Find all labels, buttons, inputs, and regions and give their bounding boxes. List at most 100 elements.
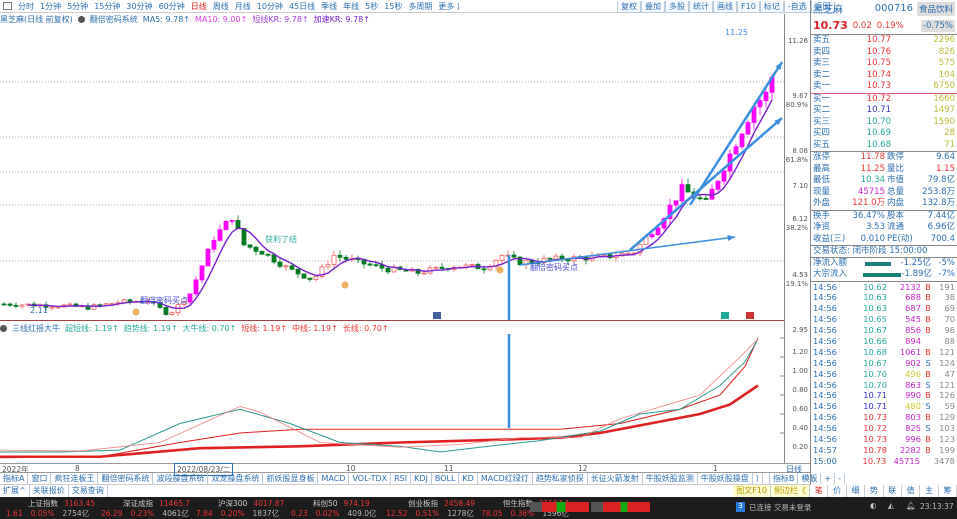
toolbar-button-6[interactable]: 标记 <box>759 1 784 13</box>
period-7[interactable]: 周线 <box>213 1 229 12</box>
period-16[interactable]: 更多 ⟩ <box>438 1 460 12</box>
panel-tab-2[interactable]: 细 <box>847 485 866 497</box>
tick-row: 14:56 10.62 2132 B 191 <box>813 281 955 292</box>
panel-tab-3[interactable]: 势 <box>865 485 884 497</box>
period-4[interactable]: 30分钟 <box>126 1 152 12</box>
event-marker-icon[interactable] <box>746 312 754 319</box>
indicator-tab-8[interactable]: VOL-TDX <box>349 473 392 484</box>
indicator-tab-12[interactable]: KD <box>459 473 478 484</box>
toolbar-button-7[interactable]: -自选 <box>783 1 811 13</box>
short-line <box>0 338 759 452</box>
panel-tab-4[interactable]: 联 <box>884 485 902 497</box>
ext-tab-0[interactable]: 扩展^ <box>0 485 30 497</box>
period-6[interactable]: 日线 <box>191 1 207 12</box>
panel-tab-6[interactable]: 主 <box>920 485 939 497</box>
period-11[interactable]: 季线 <box>321 1 337 12</box>
price-tick: 9.67 <box>792 92 808 100</box>
asks-row[interactable]: 卖三 10.75 575 <box>811 58 957 70</box>
indicator-tab-10[interactable]: KDJ <box>411 473 432 484</box>
indicator-tab-7[interactable]: MACD <box>318 473 350 484</box>
panel-tab-7[interactable]: 筹 <box>939 485 957 497</box>
period-9[interactable]: 10分钟 <box>257 1 283 12</box>
buy-signal-label: 翻倍密码买点 <box>530 262 578 272</box>
candle-body <box>385 267 391 273</box>
bids-row[interactable]: 买三 10.70 1590 <box>811 117 957 129</box>
tick-row: 14:56 10.70 863 S 121 <box>813 379 955 390</box>
toolbar-button-4[interactable]: 画线 <box>713 1 737 13</box>
panel-tab-0[interactable]: 笔 <box>810 485 829 497</box>
period-15[interactable]: 多周期 <box>408 1 432 12</box>
candle-body <box>679 184 685 202</box>
indicator-header: 三线红摇大牛 超短线: 1.19↑ 趋势线: 1.19↑ 大牛线: 0.70↑ … <box>0 323 389 334</box>
bids-row[interactable]: 买四 10.69 28 <box>811 128 957 140</box>
f10-tab-0[interactable]: 图文F10 <box>733 485 771 497</box>
asks-row[interactable]: 卖一 10.73 6750 <box>811 81 957 93</box>
kline-chart[interactable]: 11.25获利了结翻倍密码买点翻倍密码买点2.11 <box>0 25 784 320</box>
mid-line <box>0 337 759 459</box>
indicator-tab-5[interactable]: 双龙操盘系统 <box>208 473 264 484</box>
tabs1-right-0[interactable]: 指标B <box>770 473 799 484</box>
indicator-tab-16[interactable]: 牛股妖股监测 <box>643 473 698 484</box>
period-2[interactable]: 5分钟 <box>67 1 88 12</box>
period-5[interactable]: 60分钟 <box>159 1 185 12</box>
indicator-tab-4[interactable]: 波段操盘系统 <box>153 473 209 484</box>
panel-tab-1[interactable]: 价 <box>828 485 847 497</box>
indicator-tab-18[interactable]: ⟩ <box>753 473 763 484</box>
settings-icon[interactable]: ◐ <box>870 501 877 510</box>
indicator-tab-13[interactable]: MACD红绿灯 <box>478 473 533 484</box>
layout-icon[interactable] <box>3 2 12 10</box>
period-8[interactable]: 月线 <box>235 1 251 12</box>
indicator-tab-9[interactable]: RSI <box>391 473 412 484</box>
price-tick: 4.53 <box>792 271 808 279</box>
toolbar-button-0[interactable]: 复权 <box>617 1 641 13</box>
indicator-tab-14[interactable]: 趋势私家侦探 <box>533 473 588 484</box>
candle-body <box>481 268 487 271</box>
broadcast-icon[interactable]: ◭ <box>888 501 894 510</box>
toolbar-button-1[interactable]: 叠加 <box>641 1 665 13</box>
period-10[interactable]: 45日线 <box>289 1 315 12</box>
asks-row[interactable]: 卖五 10.77 2296 <box>811 35 957 47</box>
connection-icon[interactable]: 3 <box>736 502 745 512</box>
tick-row: 14:56 10.71 480 S 59 <box>813 401 955 412</box>
asks-row[interactable]: 卖二 10.74 104 <box>811 70 957 82</box>
period-12[interactable]: 年线 <box>343 1 359 12</box>
bell-icon[interactable]: 🔔︎ <box>906 501 916 510</box>
candle-body <box>1 303 7 306</box>
indicator-tab-17[interactable]: 牛股妖股操盘 <box>698 473 753 484</box>
indicator-tab-1[interactable]: 窗口 <box>28 473 52 484</box>
indicator-chart[interactable] <box>0 334 784 462</box>
period-13[interactable]: 5秒 <box>365 1 378 12</box>
period-14[interactable]: 15秒 <box>384 1 402 12</box>
f10-tab-1[interactable]: 侧边栏《 <box>771 485 810 497</box>
indicator-dot-icon[interactable] <box>0 325 7 332</box>
toolbar-button-2[interactable]: 多股 <box>665 1 689 13</box>
toolbar-button-3[interactable]: 统计 <box>689 1 713 13</box>
indicator-tab-2[interactable]: 疯狂连板王 <box>51 473 99 484</box>
event-marker-icon[interactable] <box>721 312 729 319</box>
bids-row[interactable]: 买一 10.72 1660 <box>811 94 957 106</box>
indicator-tab-0[interactable]: 指标A <box>0 473 29 484</box>
bids-row[interactable]: 买五 10.68 71 <box>811 140 957 152</box>
indicator-tab-3[interactable]: 翻倍密码系统 <box>98 473 154 484</box>
indicator-tab-15[interactable]: 长征火箭发射 <box>588 473 643 484</box>
period-0[interactable]: 分时 <box>18 1 34 12</box>
indicator-tick: 1.20 <box>792 348 808 356</box>
sector-name[interactable]: 食品饮料 <box>916 1 955 16</box>
asks-row[interactable]: 卖四 10.76 826 <box>811 47 957 59</box>
bids-row[interactable]: 买二 10.71 1497 <box>811 105 957 117</box>
toolbar-button-5[interactable]: F10 <box>737 1 760 13</box>
indicator-tab-11[interactable]: BOLL <box>432 473 460 484</box>
event-marker-icon[interactable] <box>433 312 441 319</box>
panel-tab-5[interactable]: 值 <box>902 485 921 497</box>
period-1[interactable]: 1分钟 <box>40 1 61 12</box>
stock-code: 000716 <box>874 3 913 14</box>
ext-tab-1[interactable]: 关联报价 <box>30 485 69 497</box>
price-change: 0.02 <box>852 20 872 31</box>
indicator-tab-6[interactable]: 抓妖股显身板 <box>263 473 319 484</box>
pane-divider[interactable] <box>0 320 784 321</box>
period-3[interactable]: 15分钟 <box>94 1 120 12</box>
candle-body <box>127 299 133 302</box>
ext-tab-2[interactable]: 交易查询 <box>69 485 108 497</box>
tick-list[interactable]: 14:56 10.62 2132 B 191 14:56 10.63 688 B 38 14:56 1… <box>811 280 957 467</box>
system-dot-icon[interactable] <box>77 16 85 23</box>
